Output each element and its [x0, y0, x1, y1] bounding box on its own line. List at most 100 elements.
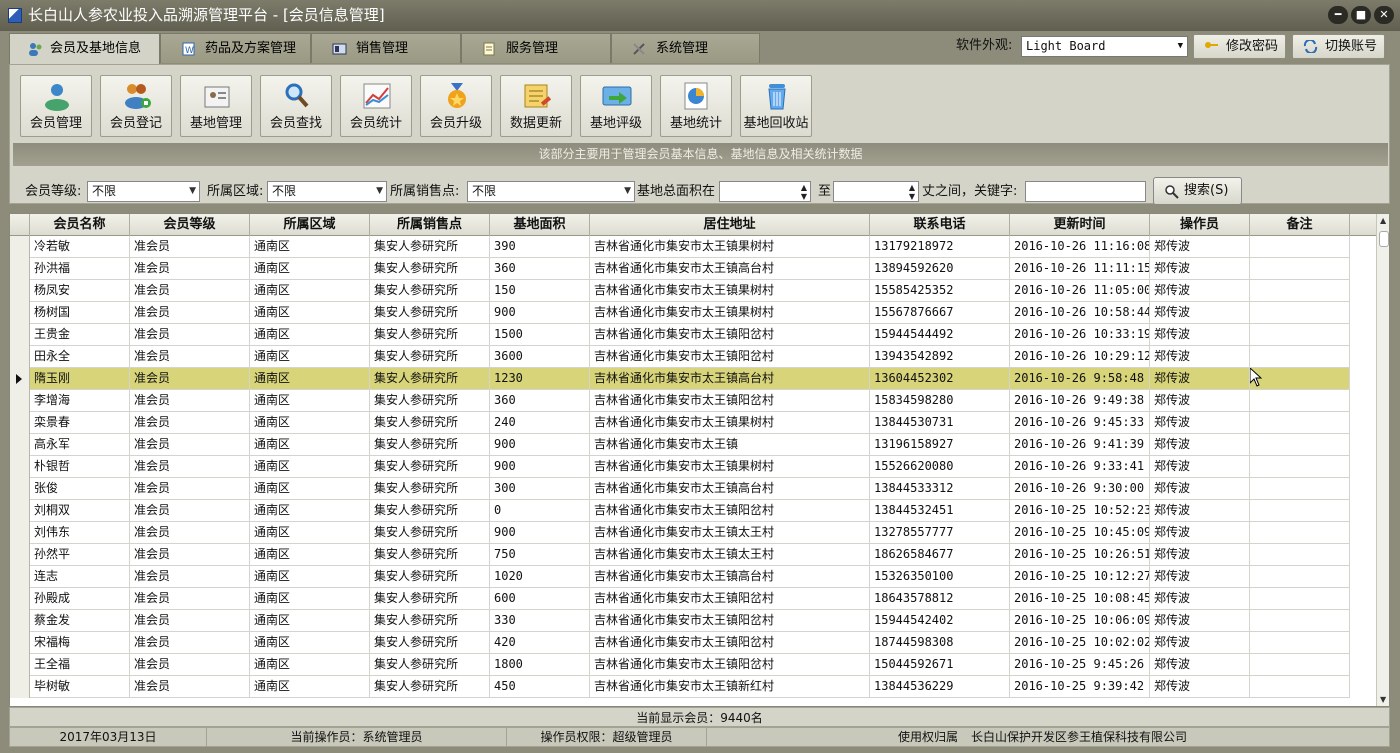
table-cell[interactable]: 240 [490, 412, 590, 434]
table-cell[interactable]: 13894592620 [870, 258, 1010, 280]
table-cell[interactable]: 750 [490, 544, 590, 566]
table-cell[interactable]: 2016-10-26 9:33:41 [1010, 456, 1150, 478]
table-cell[interactable]: 吉林省通化市集安市太王镇阳岔村 [590, 390, 870, 412]
table-row[interactable]: 张俊 准会员 通南区 集安人参研究所 300 吉林省通化市集安市太王镇高台村 1384453… [10, 478, 1350, 500]
table-cell[interactable]: 2016-10-25 10:26:51 [1010, 544, 1150, 566]
table-cell[interactable]: 张俊 [30, 478, 130, 500]
table-cell[interactable]: 360 [490, 258, 590, 280]
table-cell[interactable]: 准会员 [130, 654, 250, 676]
table-cell[interactable]: 隋玉刚 [30, 368, 130, 390]
table-cell[interactable]: 准会员 [130, 390, 250, 412]
table-row[interactable]: 杨树国 准会员 通南区 集安人参研究所 900 吉林省通化市集安市太王镇果树村 155678… [10, 302, 1350, 324]
table-cell[interactable]: 2016-10-25 10:08:45 [1010, 588, 1150, 610]
table-cell[interactable]: 郑传波 [1150, 676, 1250, 698]
change-password-button[interactable]: 修改密码 [1193, 34, 1286, 59]
scroll-down-icon[interactable]: ▼ [1380, 695, 1386, 704]
table-cell[interactable]: 准会员 [130, 588, 250, 610]
column-header[interactable]: 居住地址 [590, 214, 870, 236]
table-cell[interactable] [1250, 434, 1350, 456]
table-cell[interactable]: 通南区 [250, 456, 370, 478]
table-cell[interactable]: 900 [490, 302, 590, 324]
table-cell[interactable] [1250, 588, 1350, 610]
table-cell[interactable]: 郑传波 [1150, 412, 1250, 434]
scroll-up-icon[interactable]: ▲ [1380, 216, 1386, 225]
table-cell[interactable]: 15044592671 [870, 654, 1010, 676]
table-cell[interactable]: 通南区 [250, 610, 370, 632]
table-cell[interactable]: 420 [490, 632, 590, 654]
table-cell[interactable]: 吉林省通化市集安市太王镇高台村 [590, 478, 870, 500]
minimize-button[interactable]: ━ [1328, 6, 1348, 24]
table-cell[interactable]: 通南区 [250, 522, 370, 544]
table-cell[interactable]: 准会员 [130, 280, 250, 302]
table-cell[interactable] [1250, 324, 1350, 346]
table-cell[interactable]: 2016-10-25 10:45:09 [1010, 522, 1150, 544]
table-cell[interactable] [1250, 236, 1350, 258]
table-cell[interactable]: 准会员 [130, 302, 250, 324]
table-cell[interactable]: 栾景春 [30, 412, 130, 434]
table-cell[interactable]: 900 [490, 434, 590, 456]
table-cell[interactable]: 准会员 [130, 478, 250, 500]
table-cell[interactable]: 18643578812 [870, 588, 1010, 610]
table-cell[interactable]: 吉林省通化市集安市太王镇新红村 [590, 676, 870, 698]
table-cell[interactable]: 集安人参研究所 [370, 390, 490, 412]
table-cell[interactable]: 郑传波 [1150, 368, 1250, 390]
table-cell[interactable]: 集安人参研究所 [370, 236, 490, 258]
member-register-button[interactable]: 会员登记 [100, 75, 172, 137]
table-cell[interactable]: 1800 [490, 654, 590, 676]
table-cell[interactable]: 通南区 [250, 368, 370, 390]
column-header[interactable]: 备注 [1250, 214, 1350, 236]
row-header[interactable] [10, 632, 30, 654]
table-cell[interactable]: 18626584677 [870, 544, 1010, 566]
table-cell[interactable]: 集安人参研究所 [370, 610, 490, 632]
row-header[interactable] [10, 610, 30, 632]
table-cell[interactable]: 2016-10-26 9:45:33 [1010, 412, 1150, 434]
table-cell[interactable]: 准会员 [130, 676, 250, 698]
table-cell[interactable]: 0 [490, 500, 590, 522]
table-cell[interactable]: 通南区 [250, 324, 370, 346]
switch-account-button[interactable]: 切换账号 [1292, 34, 1385, 59]
table-cell[interactable] [1250, 566, 1350, 588]
table-cell[interactable] [1250, 390, 1350, 412]
table-cell[interactable]: 集安人参研究所 [370, 478, 490, 500]
table-row[interactable]: 王贵金 准会员 通南区 集安人参研究所 1500 吉林省通化市集安市太王镇阳岔村 15944… [10, 324, 1350, 346]
table-cell[interactable]: 通南区 [250, 236, 370, 258]
table-cell[interactable]: 2016-10-26 9:49:38 [1010, 390, 1150, 412]
table-cell[interactable]: 郑传波 [1150, 500, 1250, 522]
table-cell[interactable]: 通南区 [250, 302, 370, 324]
scroll-thumb[interactable] [1379, 231, 1389, 247]
table-cell[interactable]: 准会员 [130, 258, 250, 280]
row-header[interactable] [10, 236, 30, 258]
table-cell[interactable]: 吉林省通化市集安市太王镇果树村 [590, 302, 870, 324]
row-header[interactable] [10, 280, 30, 302]
row-header[interactable] [10, 676, 30, 698]
table-cell[interactable]: 郑传波 [1150, 610, 1250, 632]
table-cell[interactable]: 通南区 [250, 390, 370, 412]
table-cell[interactable] [1250, 368, 1350, 390]
table-cell[interactable] [1250, 522, 1350, 544]
table-cell[interactable] [1250, 500, 1350, 522]
table-cell[interactable]: 2016-10-26 11:11:15 [1010, 258, 1150, 280]
row-header[interactable] [10, 368, 30, 390]
table-cell[interactable]: 郑传波 [1150, 544, 1250, 566]
table-cell[interactable]: 13179218972 [870, 236, 1010, 258]
table-cell[interactable]: 集安人参研究所 [370, 500, 490, 522]
table-cell[interactable]: 准会员 [130, 566, 250, 588]
row-header[interactable] [10, 588, 30, 610]
table-cell[interactable]: 李增海 [30, 390, 130, 412]
table-cell[interactable]: 准会员 [130, 544, 250, 566]
row-header[interactable] [10, 434, 30, 456]
table-cell[interactable]: 15944542402 [870, 610, 1010, 632]
table-cell[interactable]: 田永全 [30, 346, 130, 368]
table-row[interactable]: 李增海 准会员 通南区 集安人参研究所 360 吉林省通化市集安市太王镇阳岔村 158345… [10, 390, 1350, 412]
table-cell[interactable] [1250, 456, 1350, 478]
table-cell[interactable]: 1500 [490, 324, 590, 346]
table-cell[interactable]: 宋福梅 [30, 632, 130, 654]
column-header[interactable]: 所属区域 [250, 214, 370, 236]
table-cell[interactable]: 2016-10-26 11:16:08 [1010, 236, 1150, 258]
spin-arrows-icon[interactable]: ▲ ▼ [801, 183, 807, 201]
base-statistics-button[interactable]: 基地统计 [660, 75, 732, 137]
table-cell[interactable]: 通南区 [250, 412, 370, 434]
row-header[interactable] [10, 654, 30, 676]
table-cell[interactable]: 2016-10-26 10:33:19 [1010, 324, 1150, 346]
table-cell[interactable]: 13844532451 [870, 500, 1010, 522]
